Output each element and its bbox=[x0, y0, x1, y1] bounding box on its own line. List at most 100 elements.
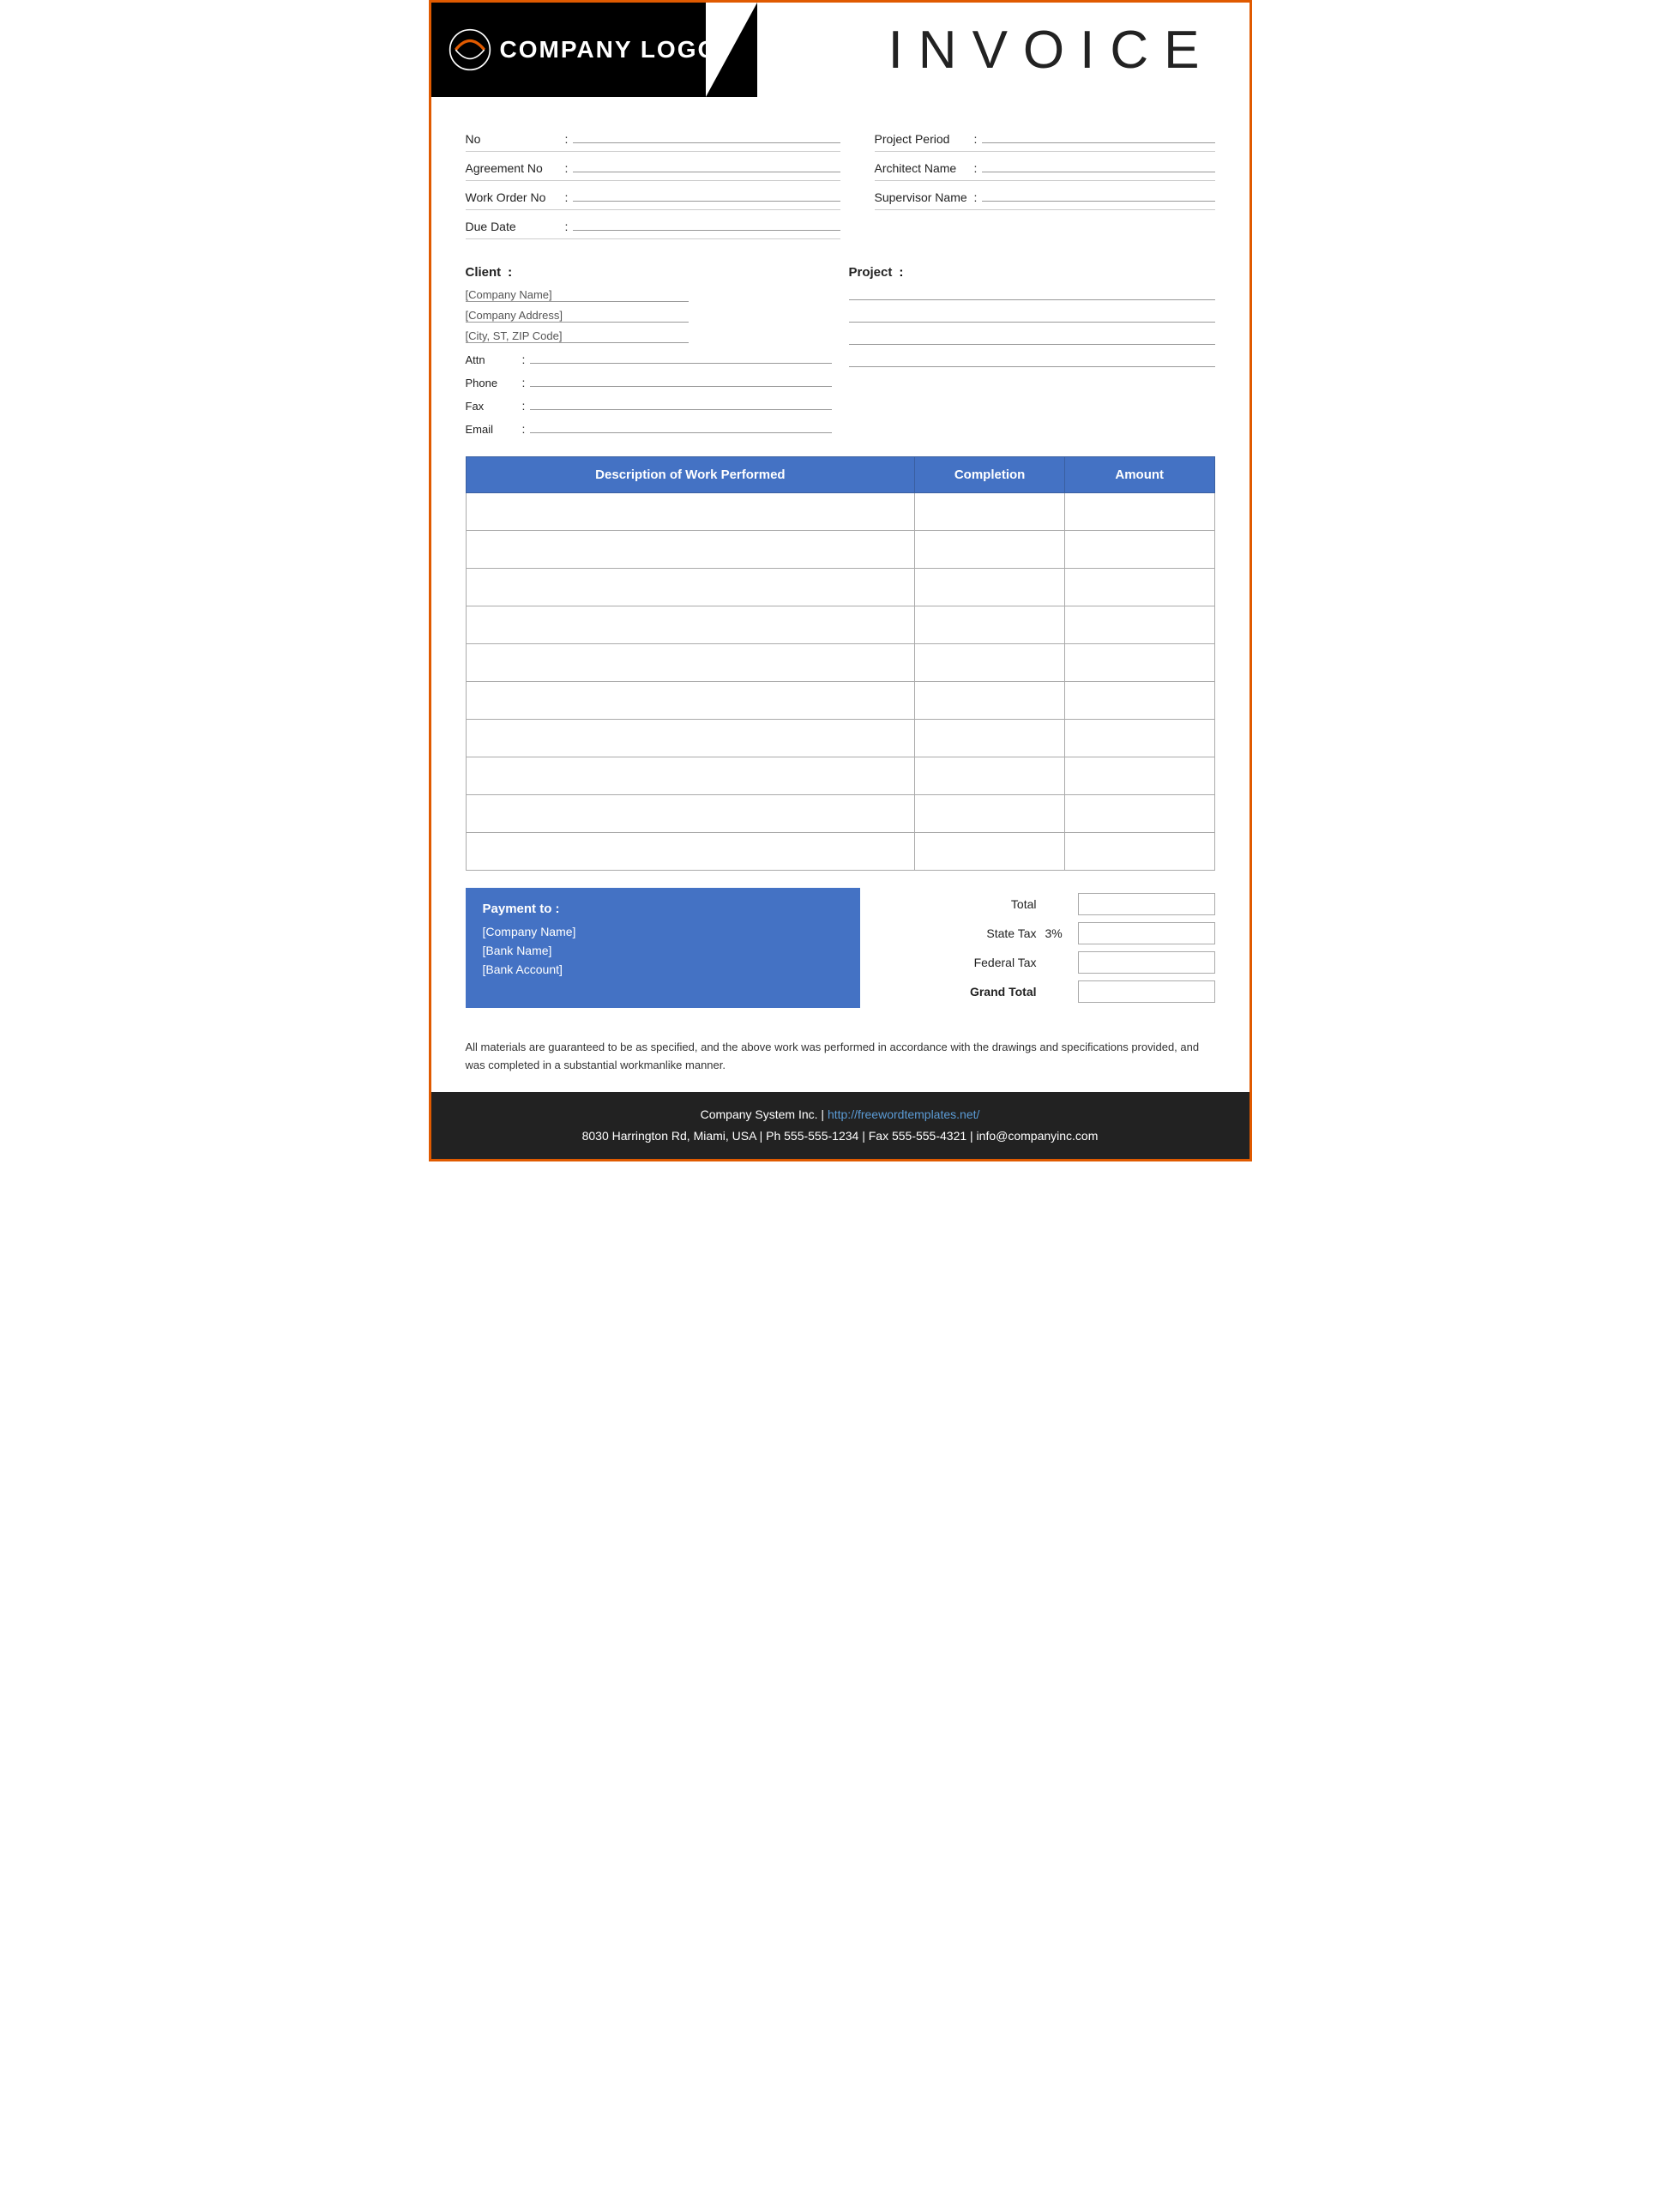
workorder-colon: : bbox=[565, 190, 569, 204]
table-body bbox=[466, 493, 1214, 871]
agreement-value bbox=[573, 157, 840, 172]
client-block: Client : [Company Name] [Company Address… bbox=[466, 265, 832, 439]
client-city-row: [City, ST, ZIP Code] bbox=[466, 326, 832, 347]
payment-section: Payment to : [Company Name] [Bank Name] … bbox=[431, 888, 1249, 1025]
federal-tax-label: Federal Tax bbox=[951, 956, 1037, 969]
duedate-colon: : bbox=[565, 220, 569, 233]
table-row bbox=[466, 531, 1214, 569]
client-address: [Company Address] bbox=[466, 309, 689, 323]
table-cell-amount bbox=[1064, 569, 1214, 606]
table-cell-amount bbox=[1064, 757, 1214, 795]
table-cell-amount bbox=[1064, 720, 1214, 757]
payment-to-label: Payment to : bbox=[483, 902, 843, 916]
table-row bbox=[466, 606, 1214, 644]
footer-note: All materials are guaranteed to be as sp… bbox=[431, 1025, 1249, 1092]
footer-website[interactable]: http://freewordtemplates.net/ bbox=[828, 1107, 979, 1121]
table-cell-desc bbox=[466, 795, 915, 833]
grand-total-box bbox=[1078, 980, 1215, 1003]
project-header: Project : bbox=[849, 265, 1215, 280]
desc-column-header: Description of Work Performed bbox=[466, 457, 915, 493]
client-header: Client : bbox=[466, 265, 832, 280]
period-colon: : bbox=[974, 132, 978, 146]
table-row bbox=[466, 493, 1214, 531]
table-cell-amount bbox=[1064, 644, 1214, 682]
footer-note-text: All materials are guaranteed to be as sp… bbox=[466, 1041, 1200, 1071]
client-phone-row: Phone : bbox=[466, 370, 832, 393]
architect-colon: : bbox=[974, 161, 978, 175]
table-cell-desc bbox=[466, 493, 915, 531]
state-tax-box bbox=[1078, 922, 1215, 944]
workorder-value bbox=[573, 186, 840, 202]
agreement-colon: : bbox=[565, 161, 569, 175]
client-email-row: Email : bbox=[466, 416, 832, 439]
email-colon: : bbox=[522, 422, 526, 436]
phone-value bbox=[530, 373, 831, 387]
client-colon: : bbox=[508, 265, 512, 280]
info-row-no: No : bbox=[466, 123, 840, 152]
payment-account: [Bank Account] bbox=[483, 962, 843, 976]
architect-value bbox=[982, 157, 1214, 172]
grand-total-label: Grand Total bbox=[951, 985, 1037, 998]
fax-label: Fax bbox=[466, 400, 517, 413]
invoice-header: COMPANY LOGO INVOICE bbox=[431, 3, 1249, 97]
table-cell-desc bbox=[466, 682, 915, 720]
table-cell-completion bbox=[915, 531, 1065, 569]
architect-label: Architect Name bbox=[875, 161, 969, 175]
table-cell-completion bbox=[915, 833, 1065, 871]
info-row-supervisor: Supervisor Name : bbox=[875, 181, 1215, 210]
footer-company: Company System Inc. bbox=[701, 1107, 818, 1121]
client-label: Client bbox=[466, 265, 502, 280]
total-row-grand-total: Grand Total bbox=[877, 980, 1215, 1003]
work-table: Description of Work Performed Completion… bbox=[466, 456, 1215, 871]
footer-line-2: 8030 Harrington Rd, Miami, USA | Ph 555-… bbox=[449, 1125, 1232, 1147]
logo-section: COMPANY LOGO bbox=[431, 3, 757, 97]
phone-colon: : bbox=[522, 376, 526, 389]
table-row bbox=[466, 682, 1214, 720]
total-label: Total bbox=[951, 897, 1037, 911]
supervisor-colon: : bbox=[974, 190, 978, 204]
fax-colon: : bbox=[522, 399, 526, 413]
table-cell-completion bbox=[915, 569, 1065, 606]
client-attn-row: Attn : bbox=[466, 347, 832, 370]
table-cell-desc bbox=[466, 569, 915, 606]
info-grid: No : Agreement No : Work Order No : Due … bbox=[466, 123, 1215, 239]
duedate-value bbox=[573, 215, 840, 231]
invoice-title: INVOICE bbox=[888, 20, 1215, 81]
footer-line-1: Company System Inc. | http://freewordtem… bbox=[449, 1104, 1232, 1125]
supervisor-label: Supervisor Name bbox=[875, 190, 969, 204]
federal-tax-box bbox=[1078, 951, 1215, 974]
workorder-label: Work Order No bbox=[466, 190, 560, 204]
email-value bbox=[530, 419, 831, 433]
project-line-3 bbox=[849, 329, 1215, 345]
table-header-row: Description of Work Performed Completion… bbox=[466, 457, 1214, 493]
table-cell-desc bbox=[466, 720, 915, 757]
table-cell-amount bbox=[1064, 833, 1214, 871]
email-label: Email bbox=[466, 423, 517, 436]
table-cell-desc bbox=[466, 644, 915, 682]
client-name: [Company Name] bbox=[466, 288, 689, 302]
table-cell-desc bbox=[466, 833, 915, 871]
total-row-state-tax: State Tax 3% bbox=[877, 922, 1215, 944]
period-value bbox=[982, 128, 1214, 143]
table-row bbox=[466, 795, 1214, 833]
table-cell-completion bbox=[915, 606, 1065, 644]
table-row bbox=[466, 569, 1214, 606]
state-tax-pct: 3% bbox=[1045, 926, 1069, 940]
fax-value bbox=[530, 396, 831, 410]
client-city: [City, ST, ZIP Code] bbox=[466, 329, 689, 343]
project-label: Project bbox=[849, 265, 893, 280]
info-section: No : Agreement No : Work Order No : Due … bbox=[431, 97, 1249, 248]
phone-label: Phone bbox=[466, 377, 517, 389]
table-cell-desc bbox=[466, 757, 915, 795]
state-tax-label: State Tax bbox=[951, 926, 1037, 940]
amount-column-header: Amount bbox=[1064, 457, 1214, 493]
table-section: Description of Work Performed Completion… bbox=[431, 456, 1249, 871]
table-cell-amount bbox=[1064, 531, 1214, 569]
table-cell-desc bbox=[466, 531, 915, 569]
totals-section: Total State Tax 3% Federal Tax Grand Tot… bbox=[877, 888, 1215, 1003]
table-cell-completion bbox=[915, 682, 1065, 720]
info-row-workorder: Work Order No : bbox=[466, 181, 840, 210]
table-cell-desc bbox=[466, 606, 915, 644]
client-address-row: [Company Address] bbox=[466, 305, 832, 326]
project-line-4 bbox=[849, 352, 1215, 367]
